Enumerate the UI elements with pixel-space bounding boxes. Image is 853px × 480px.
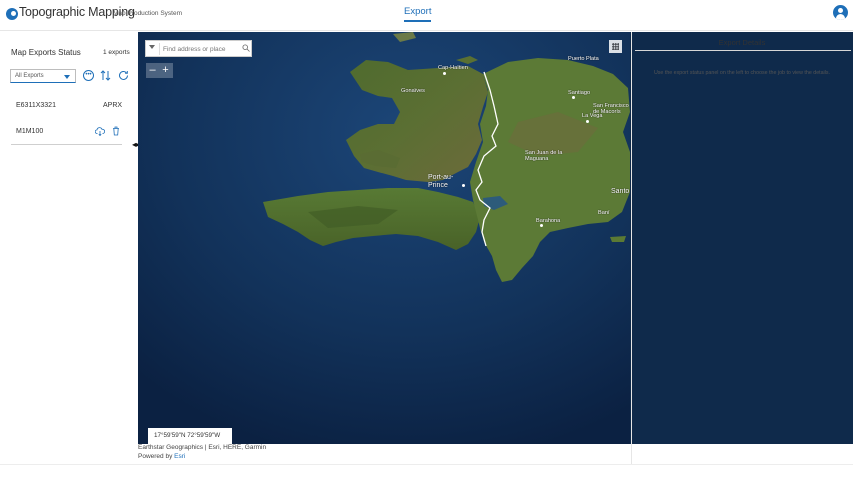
panel-title: Map Exports Status bbox=[11, 48, 81, 57]
filter-selected-value: All Exports bbox=[15, 73, 44, 79]
exports-count: 1 exports bbox=[103, 49, 130, 56]
more-icon[interactable]: ••• bbox=[83, 70, 94, 81]
city-marker bbox=[572, 96, 575, 99]
sort-icon[interactable] bbox=[100, 70, 111, 81]
details-divider bbox=[635, 50, 851, 51]
esri-link[interactable]: Esri bbox=[174, 453, 185, 460]
search-icon[interactable] bbox=[242, 44, 250, 52]
map-label-la-vega: La Vega bbox=[582, 113, 603, 119]
zoom-out-button[interactable]: – bbox=[146, 63, 159, 78]
app-header: Topographic Mapping Map Production Syste… bbox=[0, 0, 853, 444]
map-label-cap-haitien: Cap-Haïtien bbox=[438, 65, 468, 71]
tab-export[interactable]: Export bbox=[404, 6, 432, 22]
list-divider bbox=[11, 144, 122, 145]
app-logo-icon bbox=[6, 8, 18, 20]
export-format: APRX bbox=[103, 102, 123, 109]
map-label-santo-domingo: Santo bbox=[611, 188, 630, 195]
powered-by: Powered by Esri bbox=[138, 453, 185, 460]
map-label-barahona: Barahona bbox=[536, 218, 561, 224]
map-attribution: Earthstar Geographics | Esri, HERE, Garm… bbox=[138, 444, 267, 451]
city-marker bbox=[462, 184, 465, 187]
map-label-santiago: Santiago bbox=[568, 90, 591, 96]
chevron-down-icon bbox=[64, 75, 70, 79]
basemap-gallery-icon[interactable] bbox=[609, 40, 622, 53]
map-label-puerto-plata: Puerto Plata bbox=[568, 56, 599, 62]
exports-status-panel: Map Exports Status 1 exports All Exports… bbox=[0, 32, 137, 480]
chevron-down-icon[interactable] bbox=[149, 45, 155, 49]
city-marker bbox=[586, 120, 589, 123]
user-icon[interactable] bbox=[833, 5, 848, 20]
coordinate-readout: 17°59'59"N 72°59'59"W bbox=[148, 428, 232, 444]
search-input[interactable] bbox=[163, 43, 235, 55]
city-marker bbox=[443, 72, 446, 75]
map-search bbox=[145, 40, 252, 57]
powered-by-label: Powered by bbox=[138, 453, 173, 460]
app-subtitle: Map Production System bbox=[113, 10, 183, 17]
trash-icon[interactable] bbox=[112, 126, 120, 136]
export-details-panel: Export Details Use the export status pan… bbox=[631, 32, 853, 464]
zoom-in-button[interactable]: + bbox=[159, 63, 172, 78]
export-name: E6311X3321 bbox=[16, 102, 56, 109]
map-label-port-au-prince: Port-au-Prince bbox=[428, 174, 454, 189]
map-label-san-juan: San Juan de la Maguana bbox=[525, 150, 563, 162]
map-view[interactable]: Cap-Haïtien Puerto Plata Santiago Gonaïv… bbox=[138, 32, 630, 444]
satellite-basemap bbox=[138, 32, 630, 444]
map-label-bani: Baní bbox=[598, 210, 610, 216]
details-message: Use the export status panel on the left … bbox=[653, 70, 831, 76]
city-marker bbox=[540, 224, 543, 227]
refresh-icon[interactable] bbox=[118, 70, 129, 81]
map-label-gonaives: Gonaïves bbox=[401, 88, 425, 94]
export-name: M1M100 bbox=[16, 128, 44, 135]
export-filter-select[interactable]: All Exports bbox=[10, 69, 76, 83]
details-title: Export Details bbox=[718, 38, 766, 47]
footer-divider bbox=[0, 464, 853, 465]
cloud-download-icon[interactable] bbox=[94, 126, 105, 137]
